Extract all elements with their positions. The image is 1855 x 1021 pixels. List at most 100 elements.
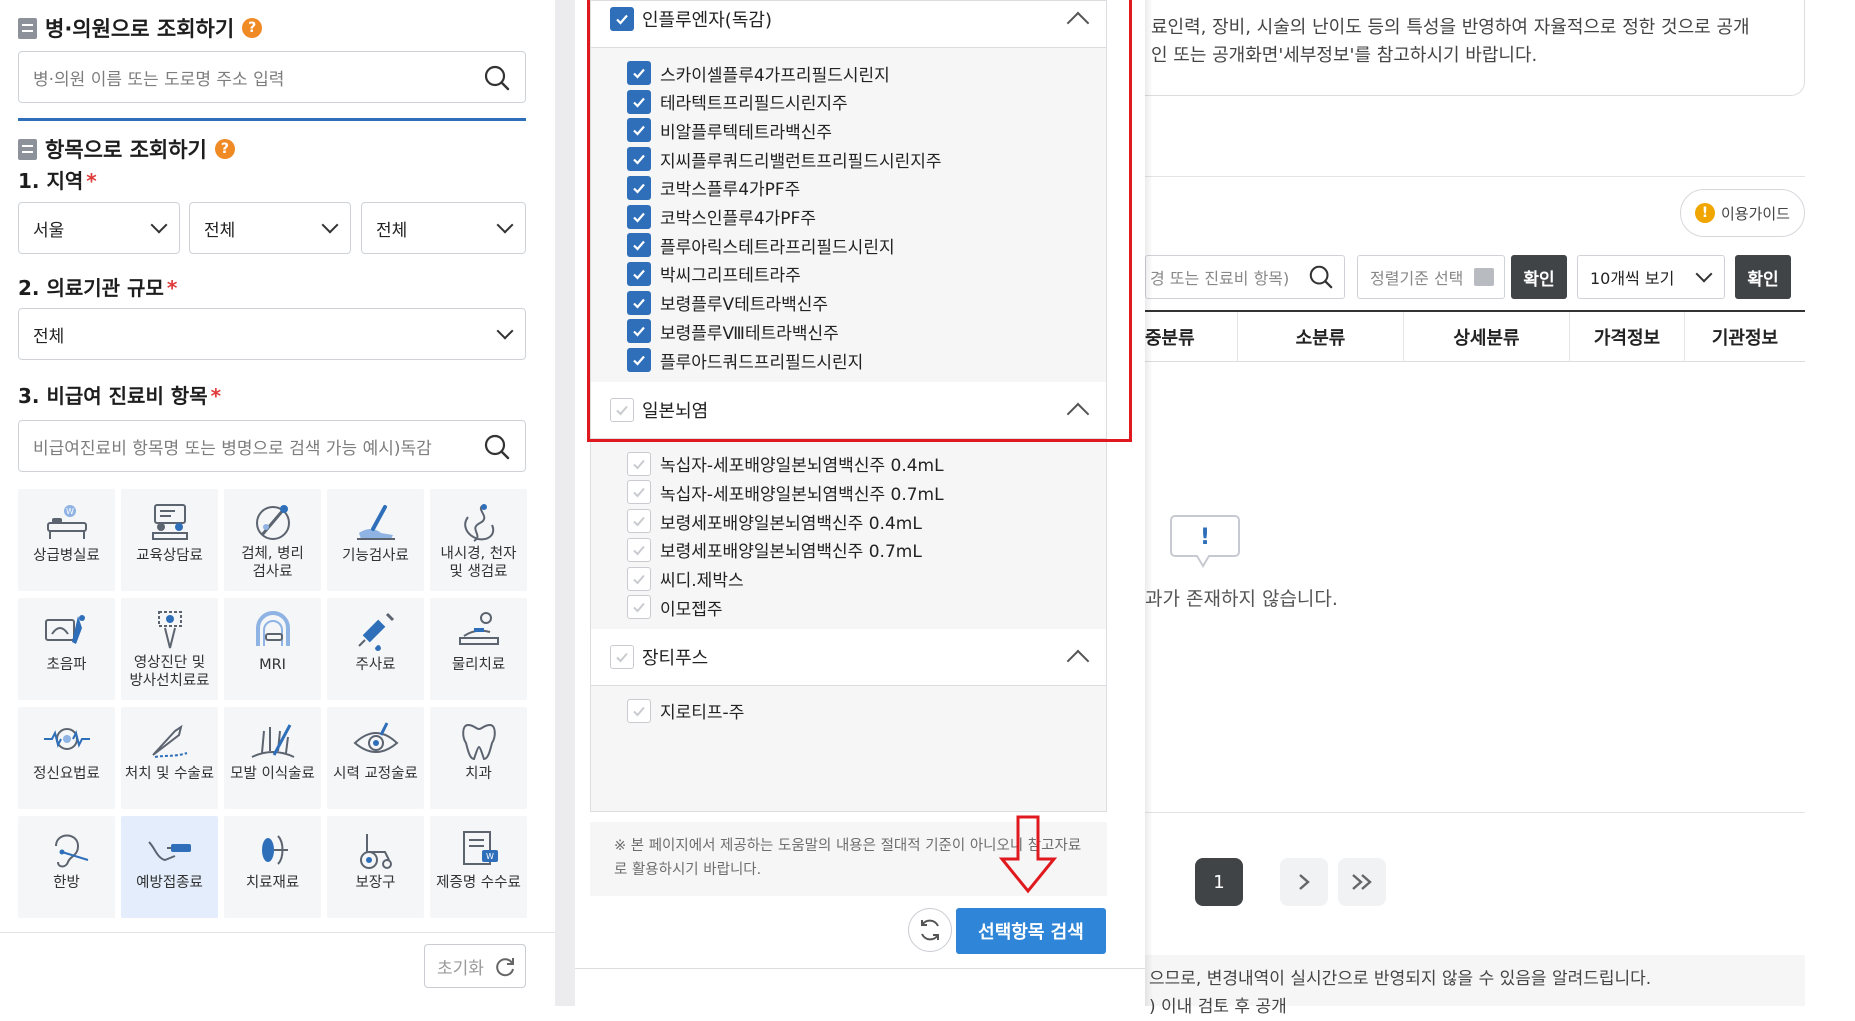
sort-confirm-button[interactable]: 확인 — [1511, 255, 1567, 299]
item-checkbox[interactable] — [627, 537, 651, 562]
category-tile[interactable]: 시력 교정술료 — [327, 707, 424, 809]
item-search-title-text: 항목으로 조회하기 — [45, 138, 207, 162]
item-checkbox[interactable] — [627, 595, 651, 620]
category-label: MRI — [259, 657, 286, 673]
item-checkbox[interactable] — [627, 290, 651, 315]
region-select-district[interactable]: 전체 — [189, 202, 351, 254]
item-checkbox[interactable] — [627, 509, 651, 534]
category-tile[interactable]: 치료재료 — [224, 816, 321, 918]
category-tile[interactable]: MRI — [224, 598, 321, 700]
vaccine-item[interactable]: 보령세포배양일본뇌염백신주 0.7mL — [627, 535, 922, 565]
next-page-button[interactable] — [1280, 858, 1328, 906]
vaccine-item[interactable]: 테라텍트프리필드시린지주 — [627, 87, 848, 117]
category-tile[interactable]: W 제증명 수수료 — [430, 816, 527, 918]
vaccine-item[interactable]: 이모젭주 — [627, 592, 723, 622]
page-1-button[interactable]: 1 — [1195, 858, 1243, 906]
vaccine-item[interactable]: 코박스플루4가PF주 — [627, 173, 800, 203]
vaccine-item[interactable]: 플루아드쿼드프리필드시린지 — [627, 345, 863, 375]
category-label: 시력 교정술료 — [333, 766, 418, 782]
search-icon[interactable] — [483, 64, 511, 92]
category-tile[interactable]: 치과 — [430, 707, 527, 809]
vaccine-list[interactable]: 인플루엔자(독감) 스카이셀플루4가프리필드시린지 테라텍트프리필드시린지주 비알플루… — [590, 0, 1107, 812]
search-icon[interactable] — [483, 433, 511, 461]
search-selected-button[interactable]: 선택항목 검색 — [956, 908, 1106, 954]
footnote-line: 으므로, 변경내역이 실시간으로 반영되지 않을 수 있음을 알려드립니다. — [1149, 969, 1652, 989]
item-checkbox[interactable] — [627, 451, 651, 476]
group-checkbox[interactable] — [610, 7, 634, 31]
hospital-search-input[interactable]: 병·의원 이름 또는 도로명 주소 입력 — [18, 51, 526, 103]
region-select-city[interactable]: 서울 — [18, 202, 180, 254]
category-tile[interactable]: 물리치료 — [430, 598, 527, 700]
vaccine-item[interactable]: 박씨그리프테트라주 — [627, 259, 801, 289]
consultation-icon — [151, 504, 188, 540]
item-checkbox[interactable] — [627, 698, 651, 723]
last-page-button[interactable] — [1338, 858, 1386, 906]
vaccine-item[interactable]: 코박스인플루4가PF주 — [627, 202, 816, 232]
item-checkbox[interactable] — [627, 89, 651, 114]
vaccine-name: 씨디.제박스 — [660, 571, 744, 591]
item-checkbox[interactable] — [627, 480, 651, 505]
help-icon[interactable]: ? — [214, 139, 235, 159]
category-tile[interactable]: 검체, 병리 검사료 — [224, 489, 321, 591]
category-tile[interactable]: 처치 및 수술료 — [121, 707, 218, 809]
vaccine-group-header[interactable]: 일본뇌염 — [591, 381, 1106, 439]
vaccine-item[interactable]: 플루아릭스테트라프리필드시린지 — [627, 230, 895, 260]
category-tile[interactable]: 교육상담료 — [121, 489, 218, 591]
vaccine-item[interactable]: 녹십자-세포배양일본뇌염백신주 0.4mL — [627, 449, 944, 479]
vaccine-item[interactable]: 지씨플루쿼드리밸런트프리필드시린지주 — [627, 144, 942, 174]
refresh-button[interactable] — [908, 908, 952, 952]
item-checkbox[interactable] — [627, 319, 651, 344]
vaccine-item[interactable]: 보령플루Ⅷ테트라백신주 — [627, 316, 839, 346]
category-tile[interactable]: 보장구 — [327, 816, 424, 918]
category-tile[interactable]: 영상진단 및 방사선치료료 — [121, 598, 218, 700]
vaccine-group-header[interactable]: 장티푸스 — [591, 628, 1106, 686]
item-checkbox[interactable] — [627, 261, 651, 286]
vaccine-item[interactable]: 녹십자-세포배양일본뇌염백신주 0.7mL — [627, 477, 944, 507]
chevron-up-icon[interactable] — [1066, 649, 1090, 673]
category-tile[interactable]: 정신요법료 — [18, 707, 115, 809]
group-checkbox[interactable] — [610, 397, 634, 422]
scale-select[interactable]: 전체 — [18, 308, 526, 360]
group-checkbox[interactable] — [610, 644, 634, 669]
fee-search-input[interactable]: 비급여진료비 항목명 또는 병명으로 검색 가능 예시)독감 — [18, 420, 526, 472]
item-checkbox[interactable] — [627, 566, 651, 591]
category-tile[interactable]: W 상급병실료 — [18, 489, 115, 591]
vaccination-icon — [147, 841, 191, 862]
results-search-input[interactable]: 경 또는 진료비 항목) — [1145, 255, 1345, 299]
vaccine-item[interactable]: 지로티프-주 — [627, 696, 744, 726]
required-mark: * — [86, 169, 97, 193]
category-tile[interactable]: 한방 — [18, 816, 115, 918]
item-checkbox[interactable] — [627, 61, 651, 85]
category-tile[interactable]: 주사료 — [327, 598, 424, 700]
reset-button[interactable]: 초기화 — [424, 944, 526, 988]
vaccine-item[interactable]: 보령세포배양일본뇌염백신주 0.4mL — [627, 506, 922, 536]
item-checkbox[interactable] — [627, 348, 651, 372]
region-select-town[interactable]: 전체 — [361, 202, 526, 254]
help-icon[interactable]: ? — [242, 18, 263, 38]
wheelchair-icon — [359, 834, 392, 869]
vaccine-group-header[interactable]: 인플루엔자(독감) — [591, 1, 1106, 48]
page-size-select[interactable]: 10개씩 보기 — [1577, 255, 1725, 299]
category-tile[interactable]: 예방접종료 — [121, 816, 218, 918]
item-checkbox[interactable] — [627, 204, 651, 229]
vaccine-item[interactable]: 씨디.제박스 — [627, 564, 744, 594]
page-size-confirm-button[interactable]: 확인 — [1735, 255, 1791, 299]
category-tile[interactable]: 초음파 — [18, 598, 115, 700]
category-tile[interactable]: 기능검사료 — [327, 489, 424, 591]
category-tile[interactable]: 모발 이식술료 — [224, 707, 321, 809]
item-checkbox[interactable] — [627, 118, 651, 143]
user-guide-button[interactable]: ! 이용가이드 — [1680, 189, 1805, 237]
item-checkbox[interactable] — [627, 147, 651, 172]
search-icon[interactable] — [1308, 264, 1334, 290]
vaccine-item[interactable]: 비알플루텍테트라백신주 — [627, 115, 832, 145]
category-tile[interactable]: 내시경, 천자 및 생검료 — [430, 489, 527, 591]
hair-transplant-icon — [251, 724, 294, 758]
item-checkbox[interactable] — [627, 175, 651, 200]
vaccine-item[interactable]: 보령플루Ⅴ테트라백신주 — [627, 288, 828, 318]
item-checkbox[interactable] — [627, 233, 651, 258]
vaccine-item[interactable]: 스카이셀플루4가프리필드시린지 — [627, 58, 890, 88]
chevron-up-icon[interactable] — [1066, 11, 1090, 35]
sort-select[interactable]: 정렬기준 선택 — [1357, 255, 1505, 299]
chevron-up-icon[interactable] — [1066, 402, 1090, 426]
down-arrow-icon — [998, 815, 1058, 894]
